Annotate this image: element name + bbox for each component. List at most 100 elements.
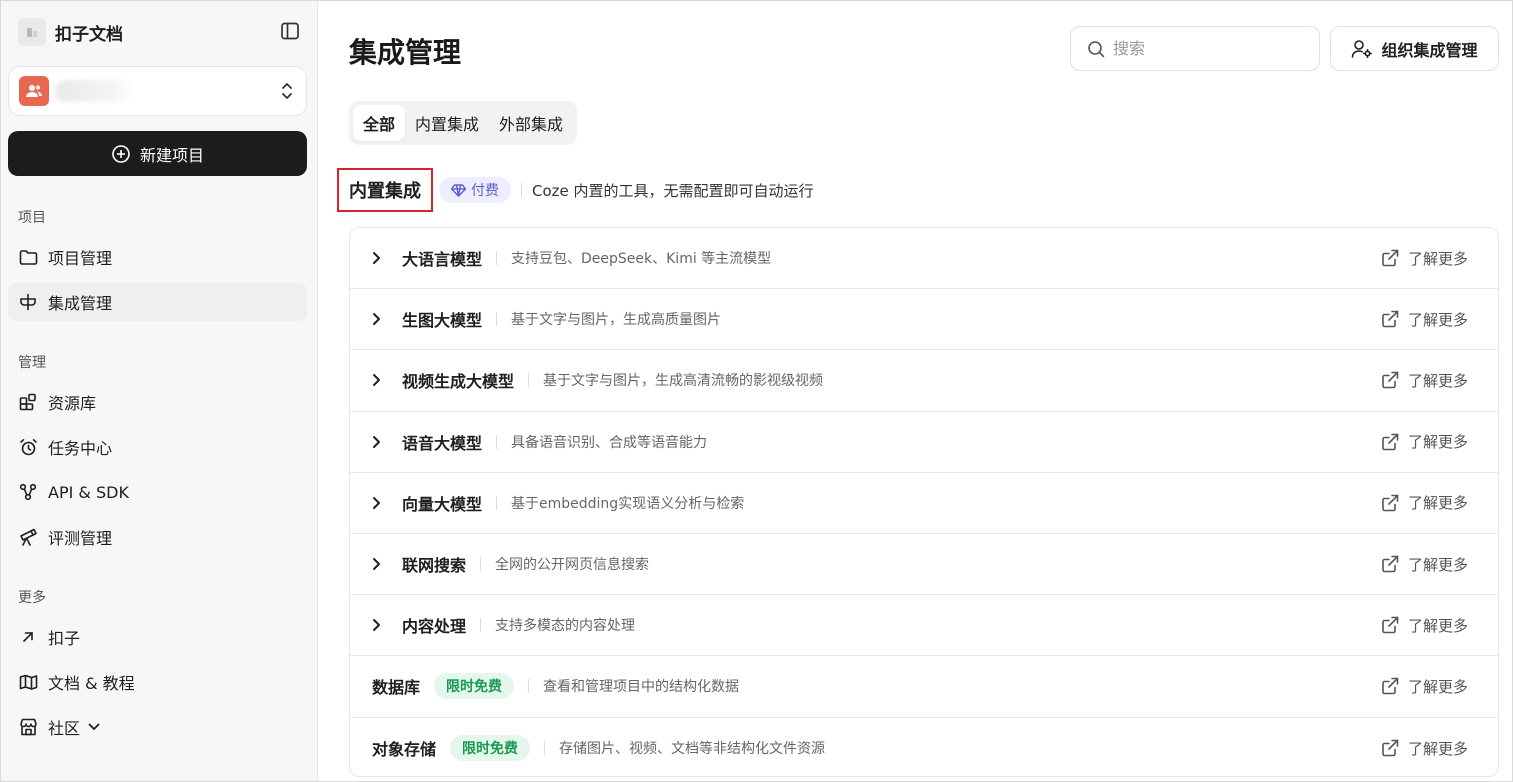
- sidebar-item-label: 扣子: [48, 629, 81, 648]
- integration-row-object-storage[interactable]: 对象存储 限时免费 存储图片、视频、文档等非结构化文件资源 了解更多: [350, 718, 1498, 777]
- app-window: 扣子文档 新建项目 项目 项目管理 集成管理 管理 资源库 任务中心 API &…: [0, 0, 1513, 782]
- integration-description: 具备语音识别、合成等语音能力: [511, 434, 708, 451]
- sidebar-item-community[interactable]: 社区: [8, 708, 307, 746]
- org-integration-label: 组织集成管理: [1381, 40, 1478, 60]
- chevron-right-icon[interactable]: [372, 435, 386, 449]
- integration-description: 查看和管理项目中的结构化数据: [543, 679, 740, 696]
- integration-row-web-search[interactable]: 联网搜索 全网的公开网页信息搜索 了解更多: [350, 534, 1498, 596]
- learn-more-label: 了解更多: [1407, 371, 1468, 390]
- learn-more-link[interactable]: 了解更多: [1380, 289, 1468, 349]
- sidebar-item-coze[interactable]: 扣子: [8, 618, 307, 656]
- learn-more-link[interactable]: 了解更多: [1380, 656, 1468, 716]
- integration-name: 联网搜索: [402, 556, 467, 576]
- integration-row-embedding[interactable]: 向量大模型 基于embedding实现语义分析与检索 了解更多: [350, 473, 1498, 534]
- chevron-right-icon[interactable]: [372, 557, 386, 571]
- user-settings-icon: [1351, 39, 1373, 59]
- external-link-icon: [1380, 432, 1400, 452]
- sidebar-item-task-center[interactable]: 任务中心: [8, 428, 307, 466]
- sidebar-item-label: 资源库: [48, 394, 97, 413]
- divider: [496, 312, 498, 327]
- section-label-more: 更多: [18, 590, 46, 606]
- telescope-icon: [18, 527, 38, 547]
- tab-all[interactable]: 全部: [353, 105, 406, 141]
- integration-name: 大语言模型: [402, 250, 483, 270]
- external-link-icon: [1380, 554, 1400, 574]
- workspace-switcher[interactable]: [8, 66, 307, 116]
- sidebar-item-label: 社区: [48, 719, 81, 738]
- tab-builtin[interactable]: 内置集成: [405, 105, 489, 141]
- learn-more-link[interactable]: 了解更多: [1380, 350, 1468, 410]
- integration-row-speech[interactable]: 语音大模型 具备语音识别、合成等语音能力 了解更多: [350, 412, 1498, 473]
- sidebar-item-docs[interactable]: 文档 & 教程: [8, 663, 307, 701]
- integration-list: 大语言模型 支持豆包、DeepSeek、Kimi 等主流模型 了解更多 生图大模…: [349, 227, 1499, 777]
- learn-more-link[interactable]: 了解更多: [1380, 228, 1468, 288]
- integration-row-llm[interactable]: 大语言模型 支持豆包、DeepSeek、Kimi 等主流模型 了解更多: [350, 228, 1498, 290]
- divider: [496, 251, 498, 266]
- brand: 扣子文档: [18, 16, 301, 48]
- external-link-icon: [1380, 676, 1400, 696]
- section-description: Coze 内置的工具，无需配置即可自动运行: [532, 181, 814, 200]
- plug-icon: [18, 292, 38, 312]
- workspace-name-redacted: [55, 80, 135, 102]
- external-link-icon: [1380, 615, 1400, 635]
- learn-more-link[interactable]: 了解更多: [1380, 718, 1468, 777]
- chevron-right-icon[interactable]: [372, 373, 386, 387]
- integration-description: 存储图片、视频、文档等非结构化文件资源: [559, 741, 826, 758]
- learn-more-label: 了解更多: [1407, 739, 1468, 758]
- integration-description: 支持豆包、DeepSeek、Kimi 等主流模型: [511, 251, 772, 268]
- integration-row-content-processing[interactable]: 内容处理 支持多模态的内容处理 了解更多: [350, 595, 1498, 657]
- divider: [521, 183, 522, 197]
- divider: [496, 495, 498, 510]
- sidebar-item-api-sdk[interactable]: API & SDK: [8, 473, 307, 511]
- sidebar-item-label: 文档 & 教程: [48, 674, 135, 693]
- chevron-right-icon[interactable]: [372, 251, 386, 265]
- integration-row-image-gen[interactable]: 生图大模型 基于文字与图片，生成高质量图片 了解更多: [350, 289, 1498, 351]
- sidebar-item-resource-library[interactable]: 资源库: [8, 383, 307, 421]
- search-icon: [1087, 40, 1105, 58]
- integration-name: 对象存储: [372, 740, 437, 760]
- external-link-icon: [1380, 370, 1400, 390]
- diamond-icon: [451, 183, 466, 197]
- learn-more-link[interactable]: 了解更多: [1380, 412, 1468, 472]
- sidebar-item-integration-manage[interactable]: 集成管理: [8, 283, 307, 321]
- learn-more-label: 了解更多: [1407, 677, 1468, 696]
- arrow-up-right-icon: [18, 627, 38, 647]
- alarm-clock-icon: [18, 437, 38, 457]
- search-box[interactable]: [1070, 26, 1320, 71]
- external-link-icon: [1380, 738, 1400, 758]
- tab-external[interactable]: 外部集成: [489, 105, 573, 141]
- chevron-right-icon[interactable]: [372, 618, 386, 632]
- learn-more-link[interactable]: 了解更多: [1380, 595, 1468, 655]
- sidebar-item-evaluation[interactable]: 评测管理: [8, 518, 307, 556]
- search-input[interactable]: [1113, 39, 1303, 58]
- learn-more-label: 了解更多: [1407, 616, 1468, 635]
- learn-more-link[interactable]: 了解更多: [1380, 534, 1468, 594]
- integration-row-video-gen[interactable]: 视频生成大模型 基于文字与图片，生成高清流畅的影视级视频 了解更多: [350, 350, 1498, 412]
- chevron-down-icon: [88, 723, 100, 731]
- brand-name: 扣子文档: [55, 24, 123, 45]
- sidebar-item-label: 项目管理: [48, 249, 113, 268]
- chevron-right-icon[interactable]: [372, 496, 386, 510]
- share-nodes-icon: [18, 482, 38, 502]
- integration-name: 数据库: [372, 678, 421, 698]
- divider: [528, 373, 530, 388]
- chevron-right-icon[interactable]: [372, 312, 386, 326]
- integration-row-database[interactable]: 数据库 限时免费 查看和管理项目中的结构化数据 了解更多: [350, 656, 1498, 718]
- org-integration-button[interactable]: 组织集成管理: [1330, 26, 1499, 71]
- divider: [528, 679, 530, 694]
- section-label-manage: 管理: [18, 355, 46, 371]
- folder-icon: [18, 247, 38, 267]
- new-project-button[interactable]: 新建项目: [8, 131, 307, 176]
- sidebar-item-project-manage[interactable]: 项目管理: [8, 238, 307, 276]
- external-link-icon: [1380, 493, 1400, 513]
- integration-name: 视频生成大模型: [402, 372, 515, 392]
- divider: [480, 618, 482, 633]
- new-project-label: 新建项目: [139, 145, 204, 165]
- learn-more-link[interactable]: 了解更多: [1380, 473, 1468, 533]
- external-link-icon: [1380, 248, 1400, 268]
- sidebar-toggle-icon[interactable]: [279, 20, 301, 42]
- sidebar-item-label: 评测管理: [48, 529, 113, 548]
- sidebar-item-label: API & SDK: [48, 482, 129, 502]
- divider: [480, 557, 482, 572]
- learn-more-label: 了解更多: [1407, 249, 1468, 268]
